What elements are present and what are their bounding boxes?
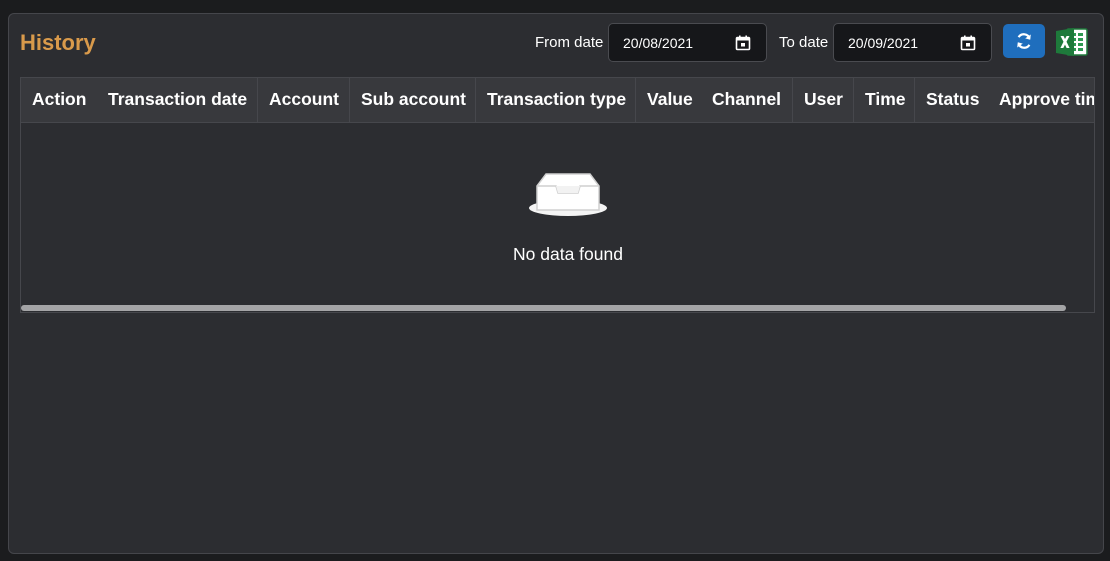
table-header: Action Transaction date Account Sub acco… [21,78,1094,123]
export-excel-button[interactable] [1055,25,1089,59]
column-header-time[interactable]: Time [853,78,915,122]
column-header-approve-time[interactable]: Approve tim [988,78,1094,122]
page-title: History [20,30,96,55]
column-header-status[interactable]: Status [914,78,988,122]
to-date-label: To date [779,34,829,51]
column-header-transaction-date[interactable]: Transaction date [97,78,258,122]
history-panel: History From date To date [8,13,1104,554]
history-table: Action Transaction date Account Sub acco… [20,77,1095,313]
column-header-value[interactable]: Value [635,78,701,122]
from-date-picker[interactable] [608,23,767,62]
calendar-icon[interactable] [960,35,976,51]
horizontal-scrollbar[interactable] [21,304,1094,312]
scrollbar-thumb[interactable] [21,305,1066,311]
excel-icon [1056,28,1088,56]
column-header-channel[interactable]: Channel [701,78,793,122]
refresh-button[interactable] [1003,24,1045,58]
empty-state-message: No data found [513,244,623,264]
column-header-sub-account[interactable]: Sub account [349,78,476,122]
column-header-transaction-type[interactable]: Transaction type [475,78,636,122]
calendar-icon[interactable] [735,35,751,51]
to-date-input[interactable] [848,34,953,52]
refresh-icon [1017,33,1031,49]
column-header-action[interactable]: Action [21,78,98,122]
from-date-input[interactable] [623,34,728,52]
column-header-account[interactable]: Account [257,78,350,122]
empty-state [21,166,1094,227]
to-date-picker[interactable] [833,23,992,62]
from-date-label: From date [535,34,604,51]
column-header-user[interactable]: User [792,78,854,122]
inbox-icon [529,173,607,216]
